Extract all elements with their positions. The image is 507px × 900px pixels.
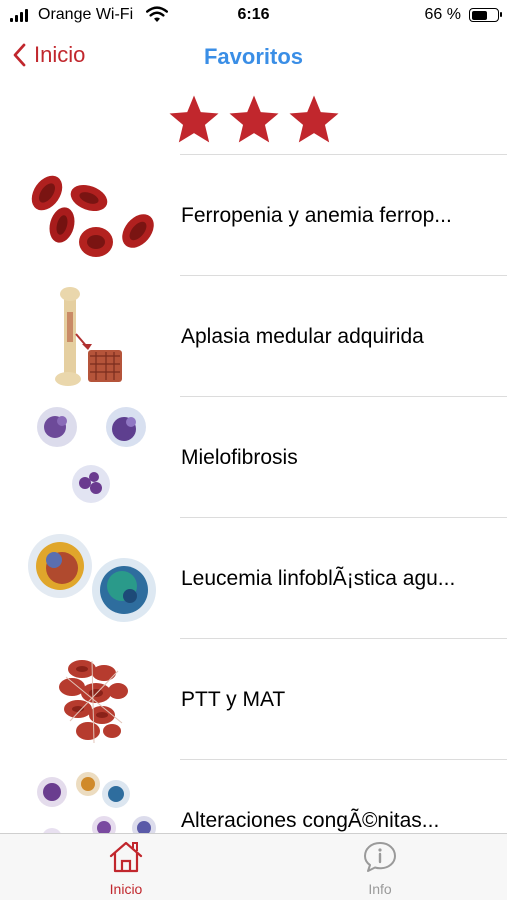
list-item[interactable]: Leucemia linfoblÃ¡stica agu...: [0, 518, 507, 639]
tab-inicio-label: Inicio: [109, 881, 143, 897]
list-item[interactable]: Mielofibrosis: [0, 397, 507, 518]
page-title: Favoritos: [203, 44, 304, 69]
list-item[interactable]: Ferropenia y anemia ferrop...: [0, 155, 507, 276]
status-bar: Orange Wi-Fi 6:16 66 %: [0, 0, 507, 32]
list-item-label: PTT y MAT: [181, 688, 286, 711]
tab-inicio[interactable]: Inicio: [66, 840, 186, 897]
home-icon: [109, 841, 143, 873]
bone-marrow-icon: [55, 287, 122, 386]
favorites-list: Ferropenia y anemia ferrop... Aplasia me…: [0, 155, 507, 881]
star-icon: [169, 95, 219, 143]
favorites-rating: [166, 92, 342, 148]
tab-info[interactable]: Info: [320, 840, 440, 897]
info-icon: [364, 842, 396, 872]
red-blood-cells-icon: [31, 175, 154, 257]
tab-info-label: Info: [368, 881, 392, 897]
list-item-label: Leucemia linfoblÃ¡stica agu...: [181, 567, 456, 590]
battery-icon: [469, 8, 502, 22]
lymphoblasts-icon: [28, 534, 156, 622]
navigation-bar: Inicio Favoritos: [0, 40, 507, 80]
list-item[interactable]: Aplasia medular adquirida: [0, 276, 507, 397]
white-blood-cells-icon: [37, 407, 146, 503]
list-item-label: Mielofibrosis: [181, 446, 298, 469]
battery-percent: 66 %: [424, 6, 461, 23]
star-icon: [289, 95, 339, 143]
list-item[interactable]: PTT y MAT: [0, 639, 507, 760]
list-item-label: Aplasia medular adquirida: [181, 325, 424, 348]
star-icon: [229, 95, 279, 143]
list-item-label: Ferropenia y anemia ferrop...: [181, 204, 452, 227]
blood-clot-icon: [59, 660, 128, 744]
tab-bar: Inicio Info: [0, 833, 507, 900]
